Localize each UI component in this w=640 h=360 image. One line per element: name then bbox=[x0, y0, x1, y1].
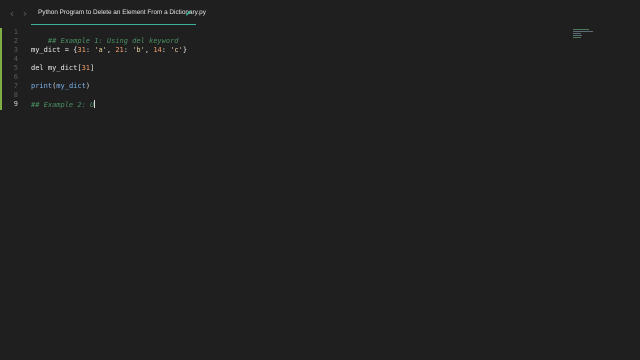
punctuation-token: : bbox=[161, 46, 171, 54]
line-number: 7 bbox=[13, 82, 18, 90]
function-token: print bbox=[31, 82, 53, 90]
line-number: 5 bbox=[13, 64, 18, 72]
identifier-token: my_dict bbox=[47, 64, 78, 72]
identifier-token: my_dict bbox=[56, 82, 86, 90]
pencil-icon[interactable] bbox=[185, 9, 192, 17]
line-number-active: 9 bbox=[13, 100, 18, 108]
number-token: 31 bbox=[77, 46, 86, 54]
punctuation-token: ] bbox=[90, 64, 95, 72]
line-number: 4 bbox=[13, 55, 18, 63]
text-cursor bbox=[94, 100, 96, 108]
code-line-3[interactable]: my_dict = {31: 'a', 21: 'b', 14: 'c'} bbox=[31, 46, 187, 55]
string-token: 'c' bbox=[170, 46, 183, 54]
line-number: 6 bbox=[13, 73, 18, 81]
identifier-token: my_dict bbox=[31, 46, 61, 54]
code-line-9[interactable]: ## Example 2: U bbox=[31, 100, 96, 109]
line-number: 8 bbox=[13, 91, 18, 99]
line-number: 2 bbox=[13, 37, 18, 45]
code-line-7[interactable]: print(my_dict) bbox=[31, 82, 90, 91]
tab-title: Python Program to Delete an Element From… bbox=[38, 9, 206, 16]
number-token: 14 bbox=[153, 46, 162, 54]
string-token: 'b' bbox=[132, 46, 145, 54]
code-line-5[interactable]: del my_dict[31] bbox=[31, 64, 94, 73]
operator-token: = { bbox=[60, 46, 78, 54]
string-token: 'a' bbox=[94, 46, 107, 54]
minimap[interactable] bbox=[573, 28, 595, 42]
number-token: 21 bbox=[115, 46, 124, 54]
punctuation-token: : bbox=[123, 46, 133, 54]
comment-token: ## Example 1: Using del keyword bbox=[47, 37, 179, 45]
comment-token: ## Example 2: U bbox=[31, 101, 95, 109]
chevron-right-icon[interactable]: › bbox=[19, 8, 31, 20]
line-number: 1 bbox=[13, 28, 18, 36]
code-line-1[interactable]: ## Example 1: Using del keyword bbox=[31, 28, 179, 45]
punctuation-token: : bbox=[85, 46, 95, 54]
punctuation-token: ) bbox=[85, 82, 91, 90]
tab-active-file[interactable]: Python Program to Delete an Element From… bbox=[31, 6, 206, 25]
editor-window: ‹ › Python Program to Delete an Element … bbox=[0, 0, 640, 360]
punctuation-token: } bbox=[182, 46, 188, 54]
line-number: 3 bbox=[13, 46, 18, 54]
tab-bar: ‹ › Python Program to Delete an Element … bbox=[0, 0, 640, 28]
number-token: 31 bbox=[81, 64, 91, 72]
keyword-token: del bbox=[31, 64, 48, 72]
chevron-left-icon[interactable]: ‹ bbox=[6, 8, 18, 20]
